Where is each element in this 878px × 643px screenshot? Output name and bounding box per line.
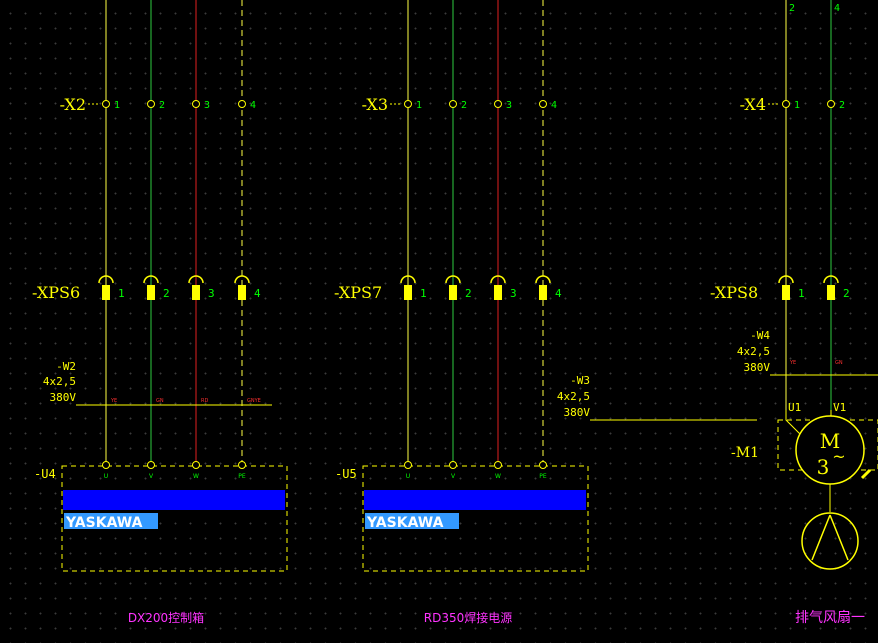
cable-voltage: 380V	[564, 406, 591, 419]
connector-label: -XPS6	[32, 283, 80, 302]
device-pin-label: U	[406, 473, 410, 480]
device-pin-node	[404, 461, 412, 469]
fan-icon	[801, 512, 859, 570]
connector-pin-label: 2	[843, 287, 850, 300]
cable-name: -W4	[750, 329, 770, 342]
connector-pin-label: 2	[465, 287, 472, 300]
wiring-diagram: -X2 1 2 3 4 -XPS6 1 2 3 4 -W2 4x2,5 380V…	[32, 0, 878, 626]
terminal-pin-label: 3	[506, 100, 512, 111]
terminal-node	[449, 100, 457, 108]
plug-contact	[234, 275, 250, 300]
cable-core-label: GN	[835, 360, 843, 366]
terminal-label: -X3	[362, 95, 388, 114]
device-pin-node	[449, 461, 457, 469]
terminal-pin-label: 2	[159, 100, 165, 111]
device-pin-label: PE	[238, 473, 246, 480]
terminal-node	[404, 100, 412, 108]
terminal-node	[238, 100, 246, 108]
top-pin-label: 2	[789, 3, 795, 14]
connector-pin-label: 4	[555, 287, 562, 300]
device-pin-node	[238, 461, 246, 469]
terminal-pin-label: 4	[250, 100, 256, 111]
motor-symbol-tilde: ~	[832, 447, 845, 466]
cable-core-label: GNYE	[247, 398, 261, 404]
motor-symbol-phases: 3	[817, 455, 830, 479]
terminal-pin-label: 1	[416, 100, 422, 111]
cable-core-label: YE	[789, 360, 796, 366]
terminal-pin-label: 1	[114, 100, 120, 111]
connector-pin-label: 4	[254, 287, 261, 300]
cable-core-label: GN	[156, 398, 164, 404]
device-caption: RD350焊接电源	[424, 610, 512, 625]
terminal-node	[102, 100, 110, 108]
device-label: -U5	[335, 467, 357, 481]
motor-pin-label: V1	[833, 401, 846, 414]
device-pin-label: U	[104, 473, 108, 480]
device-pin-label: V	[149, 473, 154, 480]
terminal-node	[539, 100, 547, 108]
terminal-node	[782, 100, 790, 108]
terminal-pin-label: 1	[794, 100, 800, 111]
device-label: -M1	[731, 445, 759, 461]
terminal-pin-label: 2	[461, 100, 467, 111]
connector-label: -XPS8	[710, 283, 758, 302]
connector-pin-label: 3	[208, 287, 215, 300]
device-caption: DX200控制箱	[128, 610, 204, 625]
terminal-node	[827, 100, 835, 108]
terminal-label: -X4	[740, 95, 766, 114]
brand-logo: YASKAWA	[366, 515, 444, 531]
connector-pin-label: 1	[420, 287, 427, 300]
connector-pin-label: 3	[510, 287, 517, 300]
cable-spec: 4x2,5	[737, 345, 770, 358]
motor-marker	[860, 468, 872, 480]
circuit-group-x4: 2 4 -X4 1 2 -XPS8 1 2 -W4 4x2,5 380V YE	[710, 0, 878, 626]
circuit-group-x2: -X2 1 2 3 4 -XPS6 1 2 3 4 -W2 4x2,5 380V…	[32, 0, 288, 625]
top-pin-label: 4	[834, 3, 840, 14]
cable-spec: 4x2,5	[557, 390, 590, 403]
connector-pin-label: 1	[118, 287, 125, 300]
cable-voltage: 380V	[50, 391, 77, 404]
cable-name: -W2	[56, 360, 76, 373]
cable-voltage: 380V	[744, 361, 771, 374]
device-pin-label: V	[451, 473, 456, 480]
circuit-group-x3: -X3 1 2 3 4 -XPS7 1 2 3 4 -W3 4x2,5 380V…	[334, 0, 757, 625]
schematic-canvas: -X2 1 2 3 4 -XPS6 1 2 3 4 -W2 4x2,5 380V…	[0, 0, 878, 643]
device-pin-label: PE	[539, 473, 547, 480]
connector-label: -XPS7	[334, 283, 382, 302]
cable-core-label: YE	[110, 398, 117, 404]
device-blue-bar	[63, 490, 285, 510]
device-pin-node	[147, 461, 155, 469]
terminal-pin-label: 2	[839, 100, 845, 111]
device-pin-node	[539, 461, 547, 469]
connector-pin-label: 1	[798, 287, 805, 300]
cable-core-label: RD	[201, 398, 208, 404]
terminal-pin-label: 4	[551, 100, 557, 111]
brand-logo: YASKAWA	[65, 515, 143, 531]
device-pin-node	[494, 461, 502, 469]
terminal-node	[192, 100, 200, 108]
device-caption: 排气风扇一	[795, 610, 865, 626]
device-pin-node	[102, 461, 110, 469]
terminal-pin-label: 3	[204, 100, 210, 111]
connector-pin-label: 2	[163, 287, 170, 300]
device-blue-bar	[364, 490, 586, 510]
device-label: -U4	[34, 467, 56, 481]
terminal-node	[147, 100, 155, 108]
device-pin-node	[192, 461, 200, 469]
motor-pin-label: U1	[788, 401, 801, 414]
fan-blade-lines	[811, 514, 849, 561]
cable-spec: 4x2,5	[43, 375, 76, 388]
device-pin-label: W	[495, 473, 501, 480]
plug-contact	[535, 275, 551, 300]
terminal-label: -X2	[60, 95, 86, 114]
cable-name: -W3	[570, 374, 590, 387]
device-pin-label: W	[193, 473, 199, 480]
terminal-node	[494, 100, 502, 108]
